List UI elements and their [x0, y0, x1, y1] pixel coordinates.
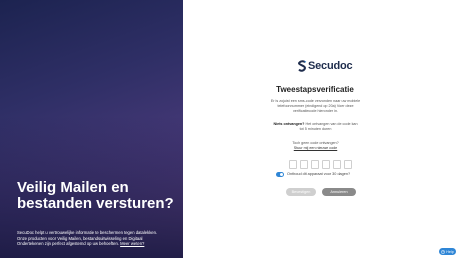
cancel-button[interactable]: Annuleren	[322, 188, 356, 196]
resend-code-link[interactable]: Stuur mij een nieuwe code	[294, 146, 337, 150]
no-code-section: Toch geen code ontvangen? Stuur mij een …	[278, 141, 353, 151]
remember-device-toggle[interactable]	[276, 172, 284, 177]
note-bold: Niets ontvangen?	[273, 122, 305, 126]
hero-overlay	[0, 0, 183, 258]
code-digit-input[interactable]	[322, 160, 330, 169]
help-icon	[441, 249, 446, 254]
secudoc-logo: Secudoc	[297, 60, 353, 72]
code-digit-input[interactable]	[311, 160, 319, 169]
secudoc-logo-icon	[297, 60, 307, 72]
remember-device-label: Onthoud dit apparaat voor 30 dagen?	[287, 172, 351, 177]
page-title: Tweestapsverificatie	[276, 85, 354, 94]
help-button[interactable]: Help	[439, 248, 456, 255]
confirm-button[interactable]: Bevestigen	[286, 188, 316, 196]
code-digit-input[interactable]	[344, 160, 352, 169]
hero-more-link[interactable]: Meer weten?	[120, 241, 144, 246]
hero-text: SecuDoc helpt u vertrouwelijke informati…	[17, 230, 167, 247]
help-label: Help	[446, 249, 454, 254]
intro-text: Er is zojuist een sms-code verzonden naa…	[270, 99, 361, 114]
code-input-group	[289, 160, 352, 169]
code-digit-input[interactable]	[289, 160, 297, 169]
note-text: Het ontvangen van de code kan tot 5 minu…	[299, 122, 358, 132]
hero-panel: Veilig Mailen en bestanden versturen? Se…	[0, 0, 183, 258]
logo-text: Secudoc	[308, 60, 353, 72]
remember-device-row: Onthoud dit apparaat voor 30 dagen?	[276, 172, 350, 177]
not-received-note: Niets ontvangen? Het ontvangen van de co…	[272, 122, 359, 132]
code-digit-input[interactable]	[333, 160, 341, 169]
hero-title: Veilig Mailen en bestanden versturen?	[17, 179, 174, 212]
code-digit-input[interactable]	[300, 160, 308, 169]
